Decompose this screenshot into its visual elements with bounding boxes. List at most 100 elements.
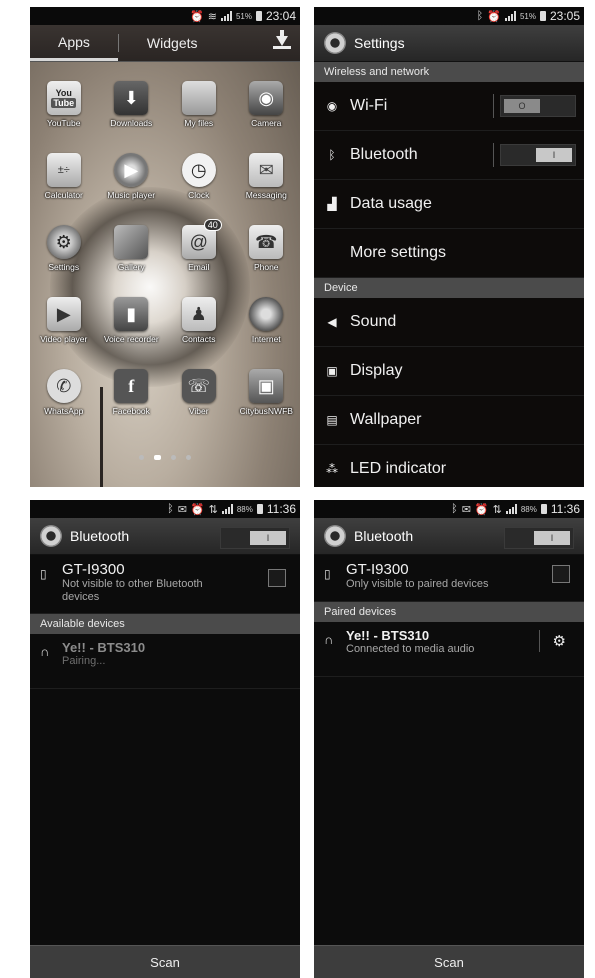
app-tabs: Apps Widgets	[30, 25, 300, 62]
app-label: Settings	[48, 262, 80, 272]
settings-item-bluetooth[interactable]: ᛒ Bluetooth I	[314, 131, 584, 180]
signal-icon	[505, 504, 517, 514]
app-label: Contacts	[181, 334, 216, 344]
settings-item-wallpaper[interactable]: ▤ Wallpaper	[314, 396, 584, 445]
app-label: Email	[188, 262, 210, 272]
app-citybus[interactable]: ▣ CitybusNWFB	[233, 369, 301, 441]
app-whatsapp[interactable]: ✆ WhatsApp	[30, 369, 98, 441]
settings-item-display[interactable]: ▣ Display	[314, 347, 584, 396]
app-calculator[interactable]: ±÷ Calculator	[30, 153, 98, 225]
device-list-item[interactable]: ∩ Ye!! - BTS310 Connected to media audio…	[314, 622, 584, 677]
phone-icon: ☎	[249, 225, 284, 259]
app-contacts[interactable]: ♟ Contacts	[165, 297, 233, 369]
app-grid: You Tube YouTube ⬇ Downloads My files ◉ C…	[30, 81, 300, 441]
settings-item-more-settings[interactable]: More settings	[314, 229, 584, 278]
status-time: 23:04	[265, 9, 296, 23]
status-time: 11:36	[550, 502, 580, 516]
app-label: Phone	[253, 262, 279, 272]
scan-button[interactable]: Scan	[314, 945, 584, 978]
bus-icon: ▣	[249, 369, 284, 403]
app-downloads[interactable]: ⬇ Downloads	[98, 81, 166, 153]
settings-item-sound[interactable]: ◀ Sound	[314, 298, 584, 347]
app-music-player[interactable]: ▶ Music player	[98, 153, 166, 225]
tab-apps[interactable]: Apps	[30, 25, 118, 61]
app-video-player[interactable]: ▶ Video player	[30, 297, 98, 369]
gear-icon	[324, 525, 346, 547]
app-label: Viber	[188, 406, 209, 416]
own-device-row[interactable]: ▯ GT-I9300 Only visible to paired device…	[314, 555, 584, 602]
settings-item-label: More settings	[350, 244, 447, 261]
app-gallery[interactable]: Gallery	[98, 225, 166, 297]
app-label: Messaging	[245, 190, 287, 200]
status-bar: ᛒ ✉ ⏰ ⇅ 88% 11:36	[314, 500, 584, 518]
app-clock[interactable]: ◷ Clock	[165, 153, 233, 225]
camera-icon: ◉	[249, 81, 284, 115]
app-email[interactable]: @40 Email	[165, 219, 233, 297]
battery-icon	[539, 11, 546, 21]
bluetooth-connected-icon: ᛒ	[451, 503, 458, 515]
app-label: Camera	[251, 118, 282, 128]
section-header-available: Available devices	[30, 614, 300, 634]
app-label: Video player	[40, 334, 88, 344]
app-internet[interactable]: Internet	[233, 297, 301, 369]
page-title: Bluetooth	[354, 528, 414, 544]
page-dot	[186, 455, 191, 460]
settings-item-wifi[interactable]: ◉ Wi-Fi O	[314, 82, 584, 131]
alarm-icon: ⏰	[190, 503, 205, 516]
app-camera[interactable]: ◉ Camera	[233, 81, 301, 153]
alarm-icon: ⏰	[474, 503, 489, 516]
settings-item-label: LED indicator	[350, 460, 447, 477]
settings-item-led[interactable]: ⁂ LED indicator	[314, 445, 584, 487]
chart-icon: ▟	[327, 197, 337, 211]
battery-percent: 88%	[520, 504, 537, 514]
section-header-paired: Paired devices	[314, 602, 584, 622]
gear-icon: ⚙	[46, 225, 81, 259]
headphones-icon: ∩	[40, 644, 50, 659]
battery-percent: 51%	[235, 11, 252, 21]
app-label: Downloads	[110, 118, 153, 128]
wallpaper-icon: ▤	[326, 413, 338, 427]
status-bar: ᛒ ✉ ⏰ ⇅ 88% 11:36	[30, 500, 300, 518]
app-voice-recorder[interactable]: ▮ Voice recorder	[98, 297, 166, 369]
app-youtube[interactable]: You Tube YouTube	[30, 81, 98, 153]
scan-button[interactable]: Scan	[30, 945, 300, 978]
phone-icon: ▯	[324, 567, 331, 581]
bluetooth-toggle[interactable]: I	[504, 527, 574, 549]
battery-percent: 88%	[236, 504, 253, 514]
visibility-checkbox[interactable]	[552, 565, 570, 583]
paired-device-name: Ye!! - BTS310	[62, 640, 146, 655]
envelope-icon: ✉	[249, 153, 284, 187]
gear-icon[interactable]: ⚙	[553, 632, 566, 650]
visibility-checkbox[interactable]	[268, 569, 286, 587]
page-dot	[171, 455, 176, 460]
app-label: CitybusNWFB	[239, 406, 293, 416]
app-label: Calculator	[44, 190, 83, 200]
bluetooth-toggle[interactable]: I	[220, 527, 290, 549]
app-facebook[interactable]: f Facebook	[98, 369, 166, 441]
wifi-toggle[interactable]: O	[500, 95, 576, 117]
app-label: Music player	[107, 190, 156, 200]
download-icon[interactable]	[272, 30, 292, 54]
gear-icon	[40, 525, 62, 547]
app-messaging[interactable]: ✉ Messaging	[233, 153, 301, 225]
app-my-files[interactable]: My files	[165, 81, 233, 153]
app-phone[interactable]: ☎ Phone	[233, 225, 301, 297]
alarm-icon: ⏰	[487, 10, 501, 23]
wifi-icon: ≋	[207, 10, 217, 23]
tab-widgets[interactable]: Widgets	[119, 25, 226, 61]
section-header-wireless: Wireless and network	[314, 62, 584, 82]
status-bar: ᛒ ⏰ 51% 23:05	[314, 7, 584, 25]
clock-icon: ◷	[181, 153, 216, 187]
settings-item-data-usage[interactable]: ▟ Data usage	[314, 180, 584, 229]
status-time: 11:36	[266, 502, 296, 516]
led-icon: ⁂	[326, 462, 338, 476]
paired-device-status: Pairing...	[62, 655, 106, 667]
download-icon: ⬇	[114, 81, 149, 115]
divider	[493, 94, 494, 118]
own-device-row[interactable]: ▯ GT-I9300 Not visible to other Bluetoot…	[30, 555, 300, 614]
youtube-icon: You Tube	[46, 81, 81, 115]
app-viber[interactable]: ☏ Viber	[165, 369, 233, 441]
app-settings[interactable]: ⚙ Settings	[30, 225, 98, 297]
bluetooth-toggle[interactable]: I	[500, 144, 576, 166]
device-list-item[interactable]: ∩ Ye!! - BTS310 Pairing...	[30, 634, 300, 689]
